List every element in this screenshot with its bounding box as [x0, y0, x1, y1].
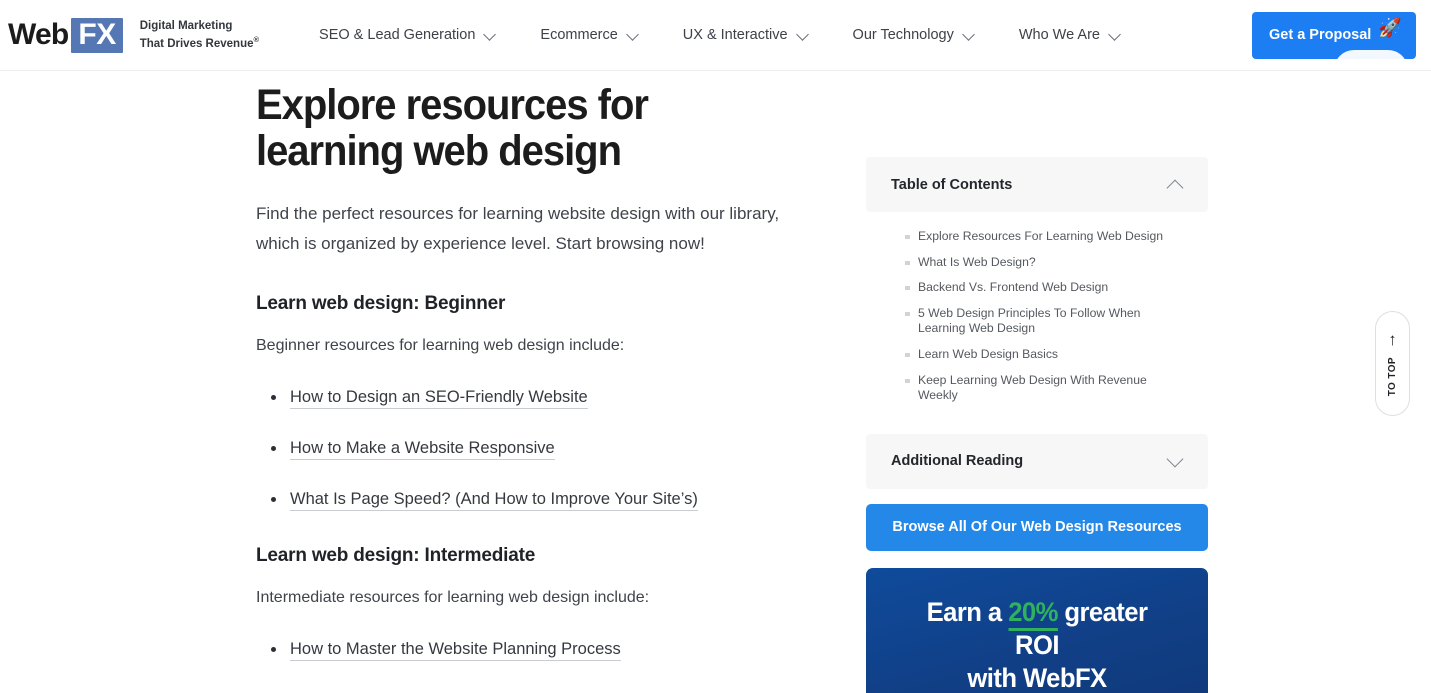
- to-top-button[interactable]: ↑ TO TOP: [1375, 311, 1410, 416]
- section-intro-intermediate: Intermediate resources for learning web …: [256, 585, 826, 611]
- promo-head-before: Earn a: [927, 597, 1009, 627]
- arrow-up-icon: ↑: [1388, 331, 1397, 348]
- table-of-contents-header[interactable]: Table of Contents: [866, 157, 1208, 212]
- to-top-label: TO TOP: [1387, 357, 1398, 396]
- section-heading-beginner: Learn web design: Beginner: [256, 291, 826, 317]
- toc-item[interactable]: Explore Resources For Learning Web Desig…: [918, 229, 1208, 245]
- nav-item-label: SEO & Lead Generation: [319, 28, 475, 43]
- nav-item-label: Who We Are: [1019, 28, 1100, 43]
- list-item: How to Design an SEO-Friendly Website: [290, 385, 826, 409]
- resource-link[interactable]: How to Design an SEO-Friendly Website: [290, 388, 588, 409]
- additional-reading-title: Additional Reading: [891, 453, 1023, 469]
- toc-item[interactable]: 5 Web Design Principles To Follow When L…: [918, 306, 1208, 337]
- brand-logo-link[interactable]: Web FX Digital Marketing That Drives Rev…: [8, 18, 259, 53]
- nav-item-our-technology[interactable]: Our Technology: [831, 0, 997, 70]
- logo-text-fx: FX: [71, 18, 122, 53]
- rocket-icon: 🚀: [1378, 19, 1402, 38]
- list-item: What Is Page Speed? (And How to Improve …: [290, 487, 826, 511]
- table-of-contents-title: Table of Contents: [891, 177, 1012, 193]
- rail-spacer: [866, 414, 1208, 434]
- tagline-line-1: Digital Marketing: [140, 20, 233, 32]
- list-item: How to Master the Website Planning Proce…: [290, 637, 826, 661]
- promo-headline: Earn a 20% greater ROI with WebFX: [906, 596, 1168, 693]
- site-header: Web FX Digital Marketing That Drives Rev…: [0, 0, 1431, 71]
- chevron-down-icon: [964, 29, 975, 40]
- chevron-down-icon: [628, 29, 639, 40]
- toc-item[interactable]: Keep Learning Web Design With Revenue We…: [918, 373, 1208, 404]
- resource-link[interactable]: How to Make a Website Responsive: [290, 439, 555, 460]
- page-title: Explore resources for learning web desig…: [256, 82, 786, 174]
- promo-head-line2: with WebFX: [967, 663, 1106, 693]
- sidebar-rail: Table of Contents Explore Resources For …: [866, 82, 1208, 693]
- browse-all-resources-button[interactable]: Browse All Of Our Web Design Resources: [866, 504, 1208, 551]
- main-navigation: SEO & Lead Generation Ecommerce UX & Int…: [319, 0, 1252, 70]
- resource-link[interactable]: How to Master the Website Planning Proce…: [290, 640, 621, 661]
- registered-mark: ®: [254, 35, 260, 44]
- intermediate-resource-list: How to Master the Website Planning Proce…: [256, 637, 826, 661]
- chevron-down-icon: [1168, 453, 1184, 469]
- article-content: Explore resources for learning web desig…: [256, 82, 866, 693]
- chevron-down-icon: [798, 29, 809, 40]
- get-a-proposal-button[interactable]: Get a Proposal 🚀: [1252, 12, 1416, 59]
- resource-link[interactable]: What Is Page Speed? (And How to Improve …: [290, 490, 698, 511]
- toc-item[interactable]: Learn Web Design Basics: [918, 347, 1208, 363]
- additional-reading-header[interactable]: Additional Reading: [866, 434, 1208, 489]
- nav-item-ux-interactive[interactable]: UX & Interactive: [661, 0, 831, 70]
- cloud-decoration: [1334, 50, 1408, 59]
- webfx-logo: Web FX: [8, 18, 123, 53]
- left-gutter: [0, 82, 256, 693]
- toc-item[interactable]: Backend Vs. Frontend Web Design: [918, 280, 1208, 296]
- tagline-line-2: That Drives Revenue: [140, 38, 254, 50]
- nav-item-ecommerce[interactable]: Ecommerce: [518, 0, 660, 70]
- table-of-contents-list: Explore Resources For Learning Web Desig…: [866, 229, 1208, 404]
- logo-text-web: Web: [8, 20, 71, 50]
- chevron-up-icon: [1168, 177, 1184, 193]
- section-heading-intermediate: Learn web design: Intermediate: [256, 543, 826, 569]
- nav-item-label: Ecommerce: [540, 28, 617, 43]
- section-intro-beginner: Beginner resources for learning web desi…: [256, 333, 826, 359]
- beginner-resource-list: How to Design an SEO-Friendly Website Ho…: [256, 385, 826, 511]
- list-item: How to Make a Website Responsive: [290, 436, 826, 460]
- nav-item-seo-lead-generation[interactable]: SEO & Lead Generation: [319, 0, 518, 70]
- chevron-down-icon: [485, 29, 496, 40]
- nav-item-label: Our Technology: [853, 28, 954, 43]
- toc-item[interactable]: What Is Web Design?: [918, 255, 1208, 271]
- nav-item-label: UX & Interactive: [683, 28, 788, 43]
- nav-item-who-we-are[interactable]: Who We Are: [997, 0, 1143, 70]
- page-body: Explore resources for learning web desig…: [0, 71, 1431, 693]
- promo-card: Earn a 20% greater ROI with WebFX Get a …: [866, 568, 1208, 693]
- get-a-proposal-label: Get a Proposal: [1269, 27, 1371, 43]
- brand-tagline: Digital Marketing That Drives Revenue®: [140, 19, 259, 51]
- chevron-down-icon: [1110, 29, 1121, 40]
- promo-percent: 20%: [1008, 597, 1058, 631]
- page-lede: Find the perfect resources for learning …: [256, 199, 826, 259]
